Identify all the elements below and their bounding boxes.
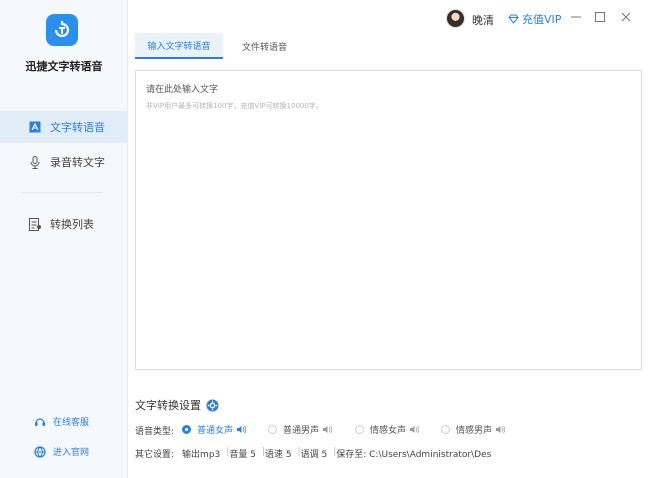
- speed-setting[interactable]: 语速 5: [265, 447, 292, 460]
- voice-option-label: 情感女声: [370, 426, 407, 436]
- tab-file-to-speech[interactable]: 文件转语音: [232, 33, 297, 59]
- voice-type-label: 语音类型:: [135, 427, 175, 437]
- microphone-icon: [28, 155, 42, 169]
- list-icon: [28, 217, 42, 231]
- save-path[interactable]: 保存至: C:\Users\Administrator\Des: [336, 447, 491, 460]
- other-settings-row: 其它设置: 输出mp3 | 音量 5 | 语速 5 | 语调 5 | 保存至: …: [135, 447, 492, 460]
- volume-setting[interactable]: 音量 5: [229, 447, 256, 460]
- settings-title-label: 文字转换设置: [135, 399, 201, 412]
- tab-text-to-speech[interactable]: 输入文字转语音: [135, 33, 223, 59]
- voice-option-label: 普通男声: [283, 426, 320, 436]
- text-input-placeholder: 请在此处输入文字: [146, 85, 219, 95]
- app-name: 迅捷文字转语音: [25, 60, 103, 73]
- radio-unchecked: [355, 425, 364, 434]
- voice-option-emotional-male[interactable]: 情感男声: [441, 423, 506, 436]
- official-site-link[interactable]: 进入官网: [34, 445, 89, 458]
- app-logo-icon: [46, 14, 78, 46]
- official-site-label: 进入官网: [53, 448, 90, 458]
- recharge-vip-button[interactable]: 充值VIP: [508, 11, 561, 27]
- sidebar-item-conversion-list[interactable]: 转换列表: [0, 208, 128, 240]
- diamond-icon: [508, 14, 519, 24]
- text-input-area[interactable]: 请在此处输入文字 非VIP用户最多可转换100字，充值VIP可转换10000字。: [135, 70, 642, 370]
- sidebar-item-speech-to-text[interactable]: 录音转文字: [0, 146, 128, 178]
- speaker-icon[interactable]: [409, 425, 420, 434]
- sidebar-item-label: 录音转文字: [50, 156, 105, 169]
- customer-service-link[interactable]: 在线客服: [34, 415, 89, 428]
- settings-gear-icon[interactable]: [206, 399, 219, 412]
- other-settings-label: 其它设置:: [135, 450, 175, 460]
- voice-option-normal-male[interactable]: 普通男声: [268, 423, 333, 436]
- text-limit-hint: 非VIP用户最多可转换100字，充值VIP可转换10000字。: [146, 102, 323, 110]
- customer-service-label: 在线客服: [53, 418, 90, 428]
- radio-unchecked: [268, 425, 277, 434]
- sidebar-item-text-to-speech[interactable]: 文字转语音: [0, 111, 128, 143]
- vip-label: 充值VIP: [522, 13, 562, 26]
- speaker-icon[interactable]: [495, 425, 506, 434]
- output-format[interactable]: 输出mp3: [182, 447, 220, 460]
- maximize-button[interactable]: [592, 9, 608, 25]
- sidebar-divider: [22, 192, 102, 193]
- sidebar: 迅捷文字转语音 文字转语音 录音转文字 转换列表 在线客服 进入官网: [0, 0, 128, 478]
- voice-option-label: 情感男声: [456, 426, 493, 436]
- avatar[interactable]: [446, 9, 465, 28]
- close-button[interactable]: [618, 9, 634, 25]
- text-to-speech-icon: [28, 120, 42, 134]
- speaker-icon[interactable]: [236, 425, 247, 434]
- sidebar-item-label: 转换列表: [50, 218, 94, 231]
- radio-checked: [182, 425, 191, 434]
- settings-title: 文字转换设置: [135, 397, 219, 413]
- voice-option-normal-female[interactable]: 普通女声: [182, 423, 247, 436]
- minimize-icon: [571, 16, 581, 18]
- close-icon: [621, 12, 631, 22]
- pitch-setting[interactable]: 语调 5: [301, 447, 328, 460]
- minimize-button[interactable]: [568, 9, 584, 25]
- maximize-icon: [595, 12, 605, 22]
- customer-service-icon: [34, 416, 46, 428]
- user-name[interactable]: 晚清: [472, 12, 494, 28]
- path-fade-overlay: [520, 444, 651, 462]
- voice-option-emotional-female[interactable]: 情感女声: [355, 423, 420, 436]
- sidebar-item-label: 文字转语音: [50, 121, 105, 134]
- globe-icon: [34, 445, 46, 458]
- voice-option-label: 普通女声: [197, 426, 234, 436]
- radio-unchecked: [441, 425, 450, 434]
- speaker-icon[interactable]: [322, 425, 333, 434]
